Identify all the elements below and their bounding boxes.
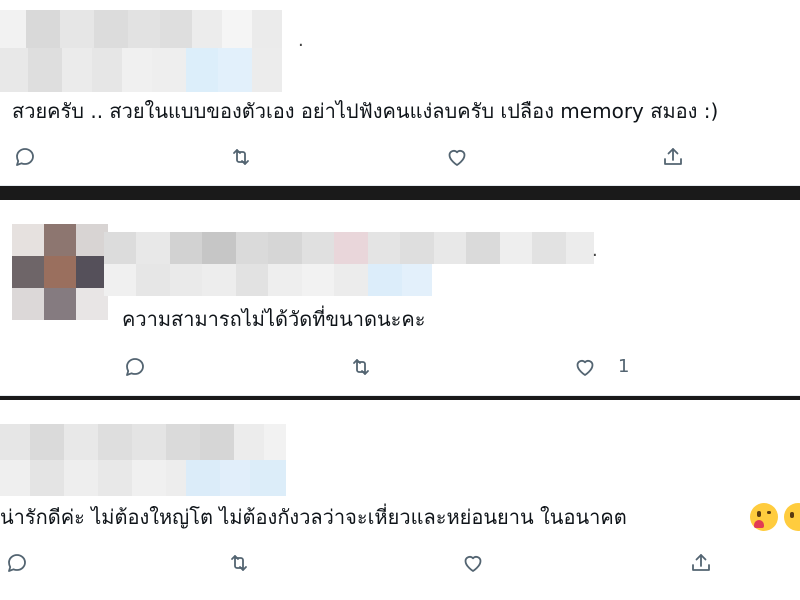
reply-button[interactable]: [0, 546, 34, 580]
tweet-reply-3: น่ารักดีค่ะ ไม่ต้องใหญ่โต ไม่ต้องกังวลว่…: [0, 400, 800, 600]
like-icon: [464, 555, 482, 572]
tweet-reply-1: . สวยครับ .. สวยในแบบของตัวเอง อย่าไปฟัง…: [0, 0, 800, 186]
reply-text: ความสามารถไม่ได้วัดที่ขนาดนะคะ: [122, 307, 426, 331]
blurred-avatar: [12, 224, 108, 320]
username-dot: .: [592, 240, 598, 261]
reply-text: น่ารักดีค่ะ ไม่ต้องใหญ่โต ไม่ต้องกังวลว่…: [0, 505, 627, 529]
like-button[interactable]: [440, 140, 474, 174]
retweet-button[interactable]: [222, 546, 256, 580]
share-icon: [664, 148, 682, 165]
share-button[interactable]: [656, 140, 690, 174]
username-dot: .: [298, 30, 304, 51]
retweet-icon: [231, 555, 247, 571]
kiss-emoji-icon: [750, 503, 778, 531]
share-icon: [692, 554, 710, 571]
smile-emoji-icon: [784, 503, 800, 531]
like-icon: [448, 149, 466, 166]
retweet-button[interactable]: [224, 140, 258, 174]
like-button[interactable]: [456, 546, 490, 580]
reply-icon: [16, 148, 34, 166]
retweet-button[interactable]: [344, 350, 378, 384]
like-count: 1: [618, 356, 630, 377]
tweet-reply-2: . ความสามารถไม่ได้วัดที่ขนาดนะคะ 1: [0, 200, 800, 396]
blurred-username: [104, 232, 594, 298]
retweet-icon: [353, 359, 369, 375]
blurred-username: [0, 424, 286, 496]
share-button[interactable]: [684, 546, 718, 580]
like-icon: [576, 359, 594, 376]
retweet-icon: [233, 149, 249, 165]
reply-icon: [8, 554, 26, 572]
reply-icon: [126, 358, 144, 376]
blurred-username: [0, 10, 310, 96]
reply-button[interactable]: [8, 140, 42, 174]
reply-button[interactable]: [118, 350, 152, 384]
reply-text: สวยครับ .. สวยในแบบของตัวเอง อย่าไปฟังคน…: [12, 99, 719, 123]
like-button[interactable]: [568, 350, 602, 384]
